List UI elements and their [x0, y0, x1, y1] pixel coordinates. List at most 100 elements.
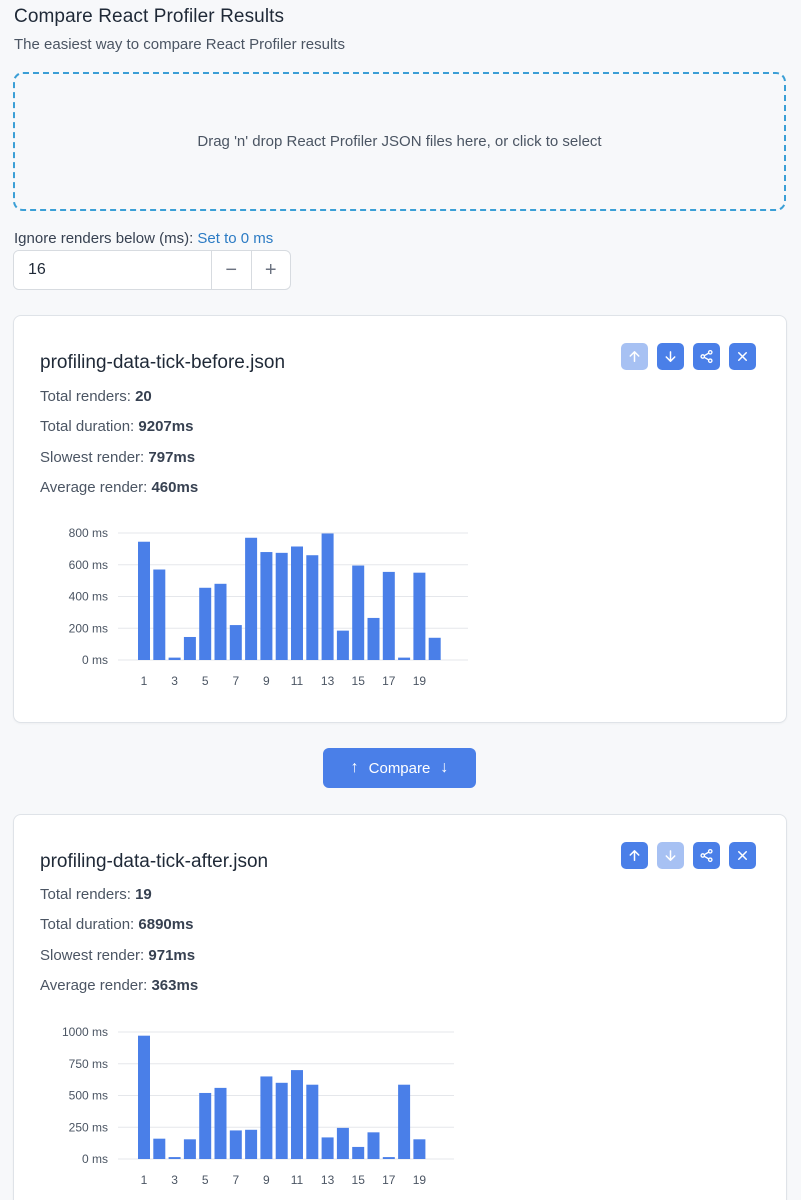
page-header: Compare React Profiler Results The easie…: [14, 6, 345, 53]
y-tick-label: 800 ms: [69, 526, 108, 540]
threshold-input[interactable]: [14, 251, 211, 289]
stat-label: Average render:: [40, 479, 148, 496]
y-tick-label: 750 ms: [69, 1057, 108, 1071]
move-up-button[interactable]: [621, 842, 648, 869]
increment-button[interactable]: +: [250, 251, 291, 289]
x-tick-label: 7: [232, 674, 239, 688]
x-tick-label: 3: [171, 674, 178, 688]
bar: [352, 565, 365, 660]
bar: [183, 1139, 196, 1159]
bar: [398, 1084, 411, 1159]
bar: [153, 569, 166, 660]
card-actions: [621, 343, 756, 370]
stat-label: Average render:: [40, 977, 148, 994]
card-actions: [621, 842, 756, 869]
y-tick-label: 600 ms: [69, 558, 108, 572]
bar: [229, 625, 242, 660]
bar: [428, 637, 441, 660]
bar: [199, 1092, 212, 1159]
bar: [168, 1157, 181, 1159]
x-tick-label: 1: [141, 1173, 148, 1187]
stat-value: 20: [135, 388, 152, 405]
x-tick-label: 7: [232, 1173, 239, 1187]
arrow-down-icon: [665, 351, 676, 362]
close-icon: [738, 352, 747, 361]
x-tick-label: 9: [263, 1173, 270, 1187]
decrement-button[interactable]: −: [211, 251, 251, 289]
file-dropzone[interactable]: Drag 'n' drop React Profiler JSON files …: [13, 72, 786, 211]
arrow-up-icon: ↑: [350, 759, 359, 776]
page-title: Compare React Profiler Results: [14, 6, 285, 27]
share-button[interactable]: [693, 343, 720, 370]
bar: [306, 555, 319, 660]
page-subtitle: The easiest way to compare React Profile…: [14, 36, 345, 53]
x-tick-label: 5: [202, 674, 209, 688]
x-tick-label: 3: [171, 1173, 178, 1187]
plus-icon: +: [264, 258, 277, 281]
stat-value: 9207ms: [138, 418, 194, 435]
stat-total-renders: Total renders: 19: [40, 886, 152, 903]
bar: [214, 583, 227, 660]
stat-label: Total renders:: [40, 886, 131, 903]
stat-value: 971ms: [148, 947, 196, 964]
bar: [245, 1129, 258, 1159]
stat-slowest-render: Slowest render: 971ms: [40, 947, 195, 964]
bar: [382, 571, 395, 660]
render-duration-chart: 0 ms200 ms400 ms600 ms800 ms1 3 5 7 9 11 13 15 1…: [69, 526, 468, 688]
move-up-button[interactable]: [621, 343, 648, 370]
y-tick-label: 200 ms: [69, 621, 108, 635]
minus-icon: −: [225, 258, 238, 281]
bar: [214, 1087, 227, 1159]
bar: [153, 1138, 166, 1159]
x-tick-label: 17: [382, 1173, 396, 1187]
stat-value: 797ms: [148, 449, 196, 466]
threshold-label-row: Ignore renders below (ms): Set to 0 ms: [14, 230, 273, 247]
stat-label: Total renders:: [40, 388, 131, 405]
remove-button[interactable]: [729, 842, 756, 869]
bar: [367, 1132, 380, 1159]
result-card-after: profiling-data-tick-after.json Total ren…: [13, 814, 787, 1200]
threshold-stepper: − +: [13, 250, 291, 290]
bar: [321, 1137, 334, 1159]
bar: [229, 1130, 242, 1159]
bar: [321, 533, 334, 660]
x-tick-label: 1: [141, 674, 148, 688]
move-down-button[interactable]: [657, 842, 684, 869]
threshold-label: Ignore renders below (ms):: [14, 230, 194, 247]
bar: [413, 1139, 426, 1159]
share-button[interactable]: [693, 842, 720, 869]
bar: [306, 1084, 319, 1159]
bar: [382, 1157, 395, 1159]
x-tick-label: 19: [413, 674, 427, 688]
y-tick-label: 400 ms: [69, 590, 108, 604]
stat-slowest-render: Slowest render: 797ms: [40, 449, 195, 466]
stat-total-duration: Total duration: 6890ms: [40, 916, 193, 933]
bar: [367, 617, 380, 660]
result-card-before: profiling-data-tick-before.json Total re…: [13, 315, 787, 723]
bar: [260, 1076, 273, 1159]
bar: [245, 537, 258, 660]
close-icon: [738, 851, 747, 860]
dropzone-text: Drag 'n' drop React Profiler JSON files …: [197, 133, 602, 150]
stat-total-renders: Total renders: 20: [40, 388, 152, 405]
bar: [183, 636, 196, 660]
stat-value: 363ms: [151, 977, 199, 994]
stat-value: 460ms: [151, 479, 199, 496]
compare-button[interactable]: ↑ Compare ↓: [323, 748, 476, 788]
bar: [352, 1146, 365, 1159]
x-tick-label: 5: [202, 1173, 209, 1187]
x-tick-label: 9: [263, 674, 270, 688]
x-tick-label: 19: [413, 1173, 427, 1187]
arrow-up-icon: [629, 351, 640, 362]
x-tick-label: 11: [291, 674, 304, 688]
stat-value: 6890ms: [138, 916, 194, 933]
reset-threshold-link[interactable]: Set to 0 ms: [197, 230, 273, 247]
bar: [275, 552, 288, 660]
render-duration-chart: 0 ms250 ms500 ms750 ms1000 ms1 3 5 7 9 11 13 15…: [62, 1025, 454, 1187]
stat-label: Slowest render:: [40, 449, 145, 466]
stat-label: Total duration:: [40, 916, 135, 933]
share-icon: [700, 848, 713, 863]
remove-button[interactable]: [729, 343, 756, 370]
y-tick-label: 0 ms: [82, 1152, 108, 1166]
move-down-button[interactable]: [657, 343, 684, 370]
